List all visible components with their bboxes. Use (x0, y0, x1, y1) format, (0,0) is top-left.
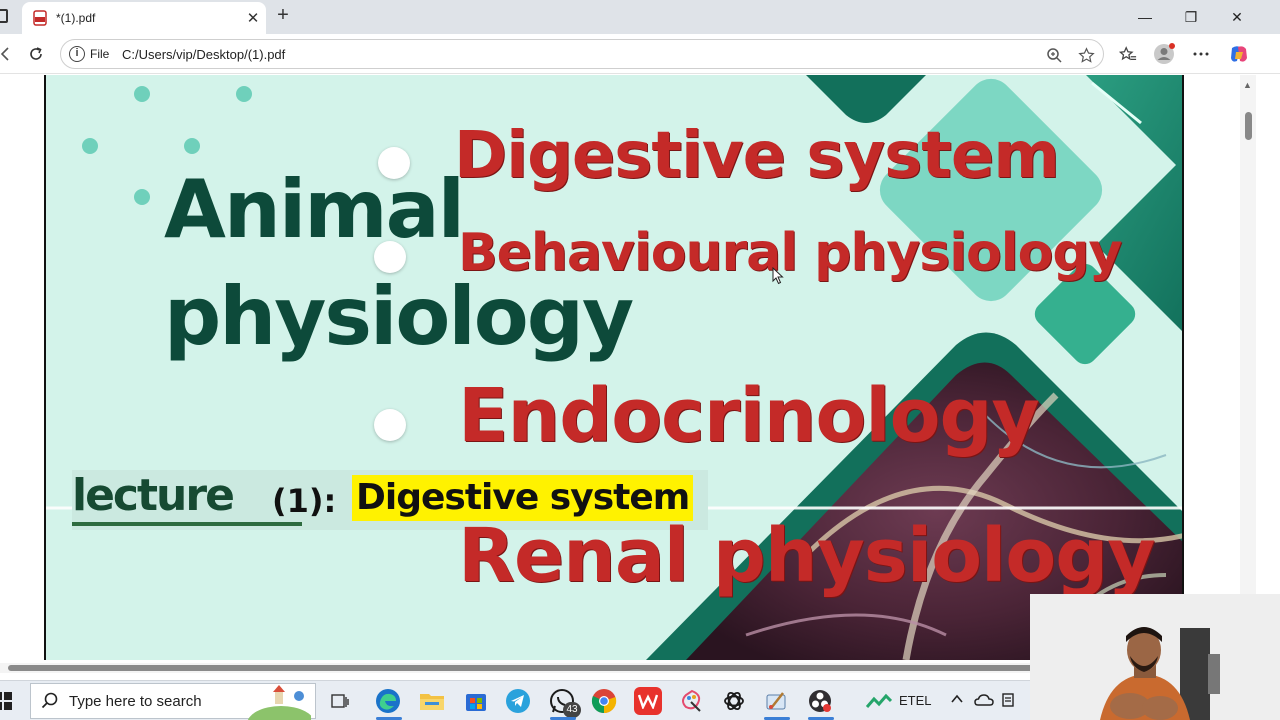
tab-close-icon[interactable]: ✕ (240, 9, 266, 27)
telegram-icon[interactable] (504, 687, 532, 715)
topic-endocrinology: Endocrinology (458, 373, 1040, 459)
search-highlight-icon (247, 685, 311, 720)
title-line-1: Animal (164, 163, 465, 256)
onedrive-icon[interactable] (974, 692, 994, 710)
search-icon (41, 692, 58, 709)
chrome-icon[interactable] (590, 687, 618, 715)
scroll-up-icon[interactable]: ▲ (1243, 80, 1252, 90)
taskbar-settings-icon[interactable] (1000, 692, 1018, 710)
title-line-2: physiology (164, 270, 634, 363)
bullet-point (374, 241, 406, 273)
webcam-overlay (1030, 594, 1280, 720)
more-menu-icon[interactable] (1189, 42, 1213, 66)
screen: *(1).pdf ✕ + — ❐ ✕ i File C:/Users/vip/D… (0, 0, 1280, 720)
profile-avatar-icon[interactable] (1152, 42, 1176, 66)
decorative-dot (82, 138, 98, 154)
navigation-bar: i File C:/Users/vip/Desktop/(1).pdf (0, 34, 1280, 74)
chatgpt-icon[interactable] (720, 687, 748, 715)
decorative-dot (134, 86, 150, 102)
close-window-button[interactable]: ✕ (1214, 0, 1260, 34)
vertical-scroll-thumb[interactable] (1245, 112, 1252, 140)
copilot-icon[interactable] (1227, 42, 1251, 66)
store-icon[interactable] (462, 687, 490, 715)
whatsapp-badge: 43 (563, 702, 581, 718)
zoom-icon[interactable] (1043, 44, 1065, 66)
topic-behavioural-physiology: Behavioural physiology (458, 223, 1122, 283)
sidebar-toggle-icon[interactable] (0, 9, 8, 23)
paint-icon[interactable] (678, 687, 706, 715)
topic-renal-physiology: Renal physiology (458, 513, 1155, 599)
minimize-button[interactable]: — (1122, 0, 1168, 34)
restore-button[interactable]: ❐ (1168, 0, 1214, 34)
topic-digestive-system: Digestive system (454, 119, 1060, 193)
tab-title: *(1).pdf (56, 11, 96, 25)
pdf-page: Animal physiology Digestive system Behav… (44, 75, 1184, 660)
wps-icon[interactable] (634, 687, 662, 715)
windows-start-icon[interactable] (0, 692, 12, 710)
lecture-underline (72, 522, 302, 526)
url-text[interactable]: C:/Users/vip/Desktop/(1).pdf (122, 47, 285, 62)
taskbar-search-box[interactable]: Type here to search (30, 683, 316, 720)
decorative-dot (236, 86, 252, 102)
tab-strip: *(1).pdf ✕ + — ❐ ✕ (0, 0, 1280, 34)
back-icon[interactable] (0, 42, 18, 66)
edge-icon[interactable] (374, 687, 402, 715)
reload-icon[interactable] (24, 42, 48, 66)
file-label: File (90, 47, 110, 61)
new-tab-button[interactable]: + (272, 4, 294, 28)
file-explorer-icon[interactable] (418, 687, 446, 715)
bullet-point (378, 147, 410, 179)
horizontal-scroll-thumb[interactable] (8, 665, 1033, 671)
address-bar[interactable]: i File C:/Users/vip/Desktop/(1).pdf (60, 39, 1104, 69)
mouse-cursor-icon (772, 267, 784, 285)
network-chart-icon[interactable] (865, 692, 893, 710)
decorative-dot (134, 189, 150, 205)
pdf-viewer[interactable]: Animal physiology Digestive system Behav… (0, 75, 1280, 660)
favorites-icon[interactable] (1116, 42, 1140, 66)
presenter-video (1030, 594, 1280, 720)
task-view-icon[interactable] (326, 687, 354, 715)
tab-pdf[interactable]: *(1).pdf ✕ (22, 2, 266, 34)
search-placeholder: Type here to search (69, 692, 202, 710)
lecture-label: lecture (72, 470, 235, 521)
tray-label: ETEL (899, 693, 932, 708)
info-icon[interactable]: i (69, 46, 85, 62)
pdf-icon (33, 10, 47, 26)
vertical-scrollbar[interactable]: ▲ (1240, 75, 1256, 660)
decorative-dot (184, 138, 200, 154)
paint-brush-icon[interactable] (762, 687, 790, 715)
lecture-number: (1): (272, 482, 337, 520)
obs-icon[interactable] (806, 687, 834, 715)
bullet-point (374, 409, 406, 441)
favorite-star-icon[interactable] (1075, 44, 1097, 66)
chevron-up-icon[interactable] (950, 692, 968, 710)
